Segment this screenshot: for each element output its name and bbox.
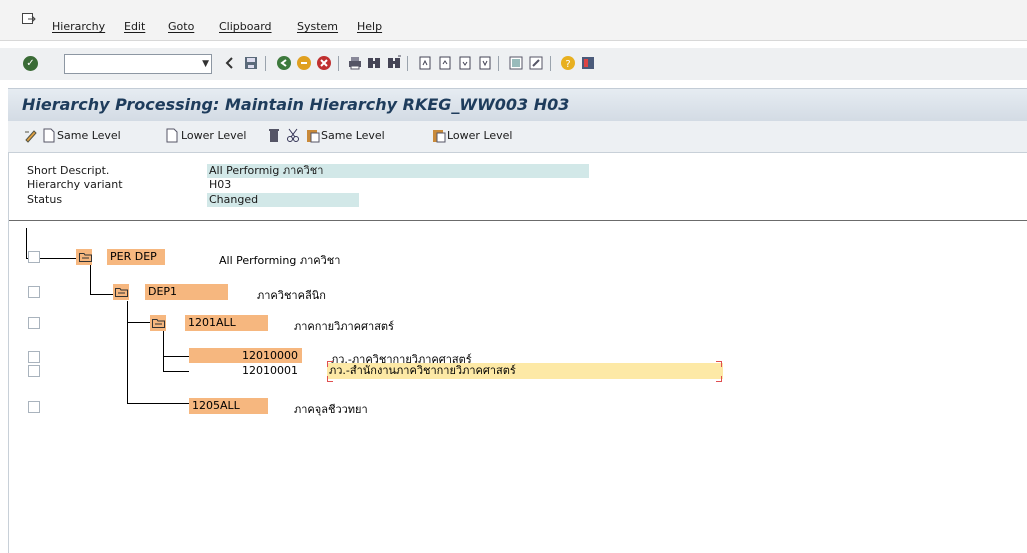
node-description: ภาคจุลชีววทยา [294,403,368,416]
focus-corner [327,361,333,367]
change-pencil-icon[interactable] [24,128,38,143]
menu-help[interactable]: Help [357,20,382,33]
paste-same-level-icon[interactable] [306,128,320,143]
folder-icon[interactable] [115,287,128,297]
short-descript-label: Short Descript. [27,164,110,177]
create-session-icon[interactable] [508,55,524,71]
node-description: All Performing ภาควิชา [219,254,341,267]
tree-line [163,356,189,357]
menu-system[interactable]: System [297,20,338,33]
node-code[interactable]: 1201ALL [185,315,268,331]
print-icon[interactable] [347,55,363,71]
find-next-icon[interactable] [386,55,402,71]
exit-icon[interactable] [296,55,312,71]
tree-line [90,294,113,295]
find-icon[interactable] [366,55,382,71]
node-checkbox[interactable] [28,351,40,363]
node-checkbox[interactable] [28,317,40,329]
menu-clipboard[interactable]: Clipboard [219,20,272,33]
leaf-code[interactable]: 12010001 [189,363,302,379]
focus-corner [327,376,333,382]
help-icon[interactable]: ? [560,55,576,71]
tree-line [127,403,189,404]
menu-goto[interactable]: Goto [168,20,194,33]
application-toolbar: Same Level Lower Level Same Level Lower … [8,121,1027,153]
paste-lower-level-button[interactable]: Lower Level [447,129,512,142]
first-page-icon[interactable] [417,55,433,71]
lower-level-button[interactable]: Lower Level [181,129,246,142]
node-checkbox[interactable] [28,286,40,298]
tree-line [163,371,189,372]
standard-toolbar: ✓ ▼ ? [0,48,1027,80]
next-page-icon[interactable] [457,55,473,71]
folder-icon[interactable] [152,318,165,328]
new-doc-same-level-icon[interactable] [42,128,56,143]
toolbar-separator [498,56,499,71]
node-checkbox[interactable] [28,401,40,413]
focus-corner [716,376,722,382]
menu-icon[interactable] [22,13,36,25]
tree-line [127,301,128,404]
leaf-code[interactable]: 12010000 [189,348,302,364]
toolbar-separator [265,56,266,71]
title-bar: Hierarchy Processing: Maintain Hierarchy… [8,88,1027,122]
menu-bar: Hierarchy Edit Goto Clipboard System Hel… [0,0,1027,41]
menu-hierarchy[interactable]: Hierarchy [52,20,105,33]
node-code[interactable]: DEP1 [145,284,228,300]
page-title: Hierarchy Processing: Maintain Hierarchy… [22,95,570,114]
save-icon[interactable] [243,55,259,71]
focus-corner [716,361,722,367]
back-arrow-icon[interactable] [222,55,238,71]
new-doc-lower-level-icon[interactable] [165,128,179,143]
cut-icon[interactable] [286,128,300,143]
toolbar-separator [550,56,551,71]
toolbar-separator [407,56,408,71]
paste-lower-level-icon[interactable] [432,128,446,143]
tree-line [127,322,150,323]
same-level-button[interactable]: Same Level [57,129,121,142]
delete-icon[interactable] [267,128,281,143]
paste-same-level-button[interactable]: Same Level [321,129,385,142]
node-description: ภาคกายวิภาคศาสตร์ [294,320,394,333]
node-description: ภาควิชาคลีนิก [257,289,326,302]
chevron-down-icon[interactable]: ▼ [202,59,209,69]
enter-check-icon[interactable]: ✓ [23,56,38,71]
toolbar-separator [338,56,339,71]
layout-menu-icon[interactable] [580,55,596,71]
tree-line [90,265,91,295]
back-icon[interactable] [276,55,292,71]
status-value: Changed [207,193,359,207]
tree-line [26,228,27,259]
node-checkbox[interactable] [28,365,40,377]
tree-line [163,331,164,372]
short-descript-value: All Performig ภาควิชา [207,164,589,178]
status-label: Status [27,193,63,206]
hierarchy-content: Short Descript. All Performig ภาควิชา Hi… [8,153,1027,553]
cancel-icon[interactable] [316,55,332,71]
last-page-icon[interactable] [477,55,493,71]
hierarchy-variant-value: H03 [209,178,232,191]
node-code[interactable]: 1205ALL [189,398,268,414]
node-code[interactable]: PER DEP [107,249,165,265]
header-separator [9,220,1027,221]
node-checkbox[interactable] [28,251,40,263]
folder-icon[interactable] [79,252,92,262]
shortcut-icon[interactable] [528,55,544,71]
previous-page-icon[interactable] [437,55,453,71]
menu-edit[interactable]: Edit [124,20,145,33]
svg-text:?: ? [565,59,570,70]
command-field[interactable]: ▼ [64,54,212,74]
leaf-description-input[interactable]: ภว.-สำนักงานภาควิชากายวิภาคศาสตร์ [327,363,723,379]
hierarchy-variant-label: Hierarchy variant [27,178,123,191]
